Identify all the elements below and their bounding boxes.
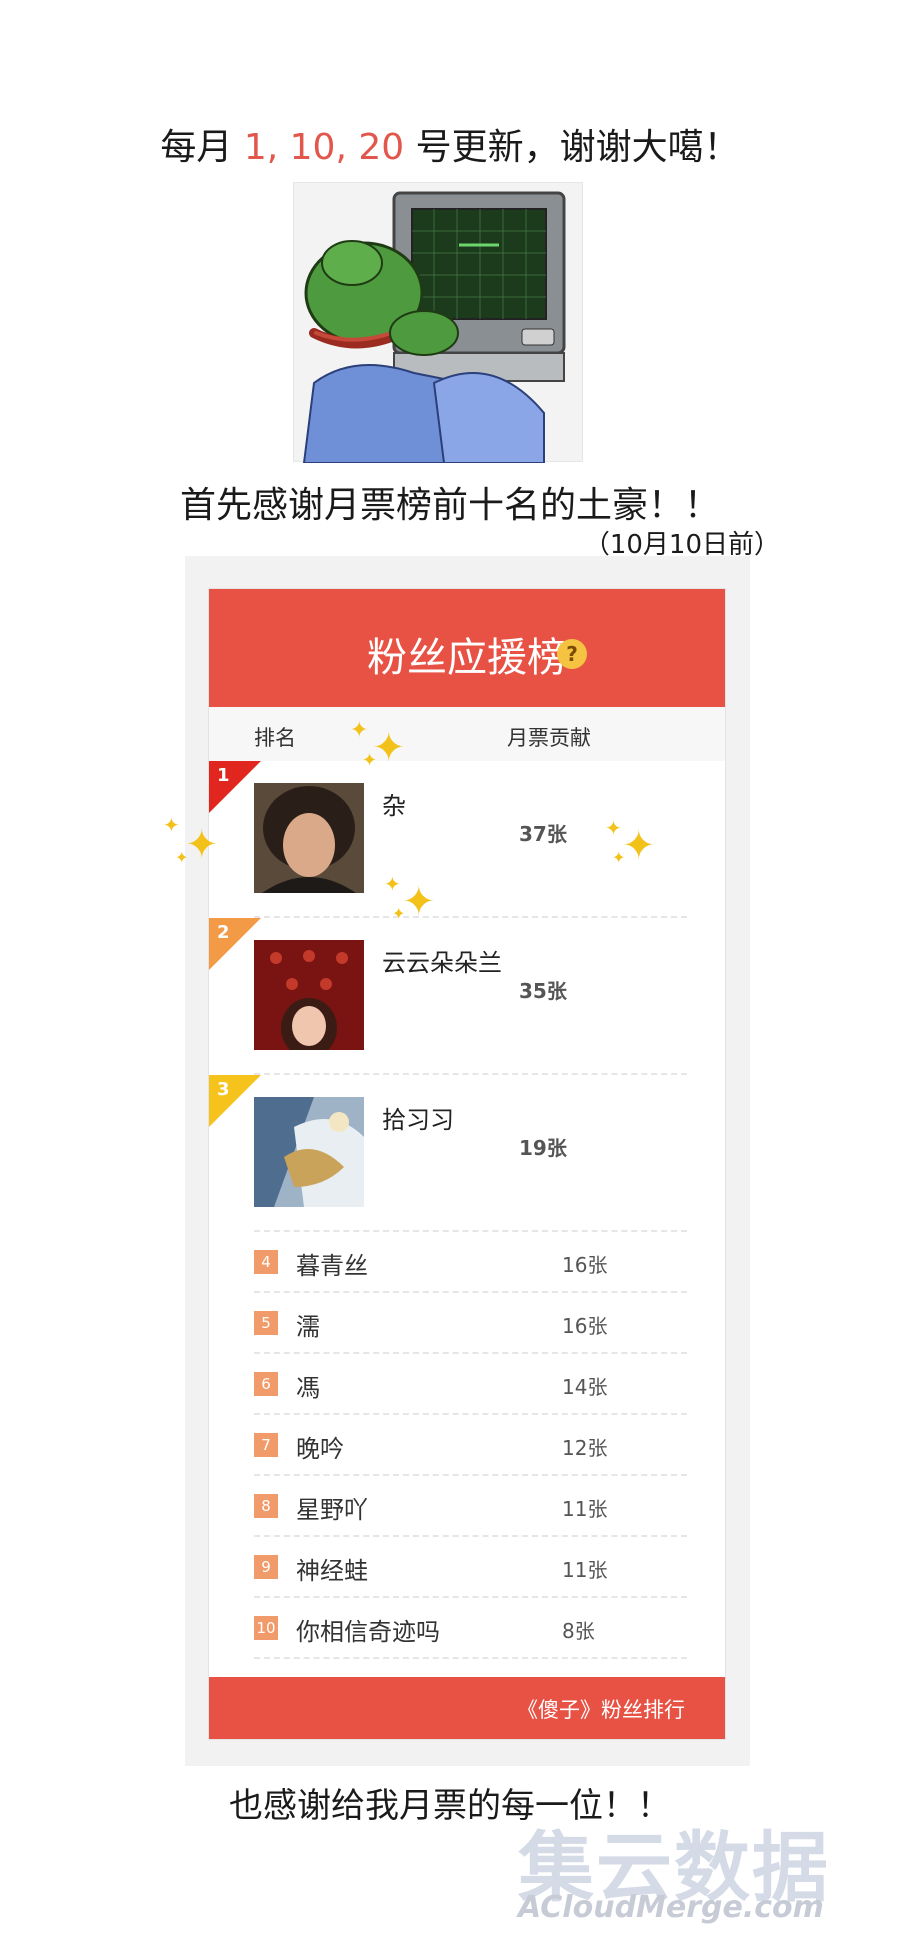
- fan-support-board: 粉丝应援榜 ? 排名 月票贡献 1 杂 37张 2 云云朵朵兰 35张 3 拾习…: [208, 588, 726, 1740]
- sparkle-icon: ✦: [392, 904, 406, 923]
- vote-count: 12张: [562, 1436, 608, 1460]
- vote-count: 16张: [562, 1314, 608, 1338]
- sparkle-icon: ✦: [350, 718, 369, 743]
- list-item[interactable]: 9 神经蛙 11张: [209, 1537, 725, 1598]
- vote-count: 11张: [562, 1558, 608, 1582]
- sparkle-icon: ✦: [612, 848, 626, 867]
- vote-count: 37张: [519, 822, 567, 846]
- sparkle-icon: ✦: [362, 750, 378, 771]
- fan-name: 暮青丝: [296, 1252, 368, 1280]
- votes-column-header: 月票贡献: [507, 726, 591, 750]
- sparkle-icon: ✦: [622, 823, 656, 869]
- vote-count: 8张: [562, 1619, 595, 1643]
- list-item[interactable]: 8 星野吖 11张: [209, 1476, 725, 1537]
- avatar: [254, 940, 364, 1058]
- divider: [254, 1657, 687, 1659]
- avatar: [254, 783, 364, 893]
- rank-badge: 5: [254, 1311, 278, 1335]
- thanks-top-heading: 首先感谢月票榜前十名的土豪！！: [179, 485, 720, 526]
- rank-badge: 4: [254, 1250, 278, 1274]
- top-entry-3[interactable]: 3 拾习习 19张: [209, 1075, 725, 1232]
- fan-name: 云云朵朵兰: [382, 949, 502, 977]
- list-item[interactable]: 5 濡 16张: [209, 1293, 725, 1354]
- help-icon[interactable]: ?: [557, 639, 587, 669]
- vote-count: 19张: [519, 1136, 567, 1160]
- rank-number: 3: [217, 1079, 230, 1100]
- vote-count: 16张: [562, 1253, 608, 1277]
- board-title: 粉丝应援榜: [367, 635, 567, 681]
- avatar: [254, 1097, 364, 1207]
- vote-count: 35张: [519, 979, 567, 1003]
- fan-name: 星野吖: [296, 1496, 368, 1524]
- vote-count: 11张: [562, 1497, 608, 1521]
- sparkle-icon: ✦: [185, 822, 219, 868]
- vote-count: 14张: [562, 1375, 608, 1399]
- update-prefix: 每月: [160, 127, 244, 168]
- top-entry-2[interactable]: 2 云云朵朵兰 35张: [209, 918, 725, 1075]
- fan-name: 神经蛙: [296, 1557, 368, 1585]
- sparkle-icon: ✦: [175, 848, 189, 867]
- rank-badge: 9: [254, 1555, 278, 1579]
- watermark-url: ACloudMerge.com: [518, 1890, 824, 1925]
- update-schedule: 每月 1, 10, 20 号更新，谢谢大噶！: [0, 118, 900, 170]
- update-dates: 1, 10, 20: [243, 127, 405, 168]
- rank-column-header: 排名: [254, 726, 296, 750]
- sparkle-icon: ✦: [402, 879, 436, 925]
- fan-name: 馮: [296, 1374, 320, 1402]
- list-item[interactable]: 6 馮 14张: [209, 1354, 725, 1415]
- fan-name: 晚吟: [296, 1435, 344, 1463]
- rank-badge: 7: [254, 1433, 278, 1457]
- column-headers: 排名 月票贡献: [209, 707, 725, 761]
- fan-name: 拾习习: [382, 1106, 454, 1134]
- list-item[interactable]: 7 晚吟 12张: [209, 1415, 725, 1476]
- fan-name: 杂: [382, 792, 406, 820]
- ranking-link[interactable]: 《傻子》粉丝排行: [517, 1694, 685, 1724]
- rank-badge: 10: [254, 1616, 278, 1640]
- list-item[interactable]: 10 你相信奇迹吗 8张: [209, 1598, 725, 1659]
- sparkle-icon: ✦: [605, 816, 622, 840]
- sparkle-icon: ✦: [384, 872, 401, 896]
- update-suffix: 号更新，谢谢大噶！: [404, 127, 740, 168]
- rank-number: 2: [217, 922, 230, 943]
- rank-number: 1: [217, 765, 230, 786]
- sparkle-icon: ✦: [163, 813, 180, 837]
- fan-name: 濡: [296, 1313, 320, 1341]
- rank-badge: 8: [254, 1494, 278, 1518]
- list-item[interactable]: 4 暮青丝 16张: [209, 1232, 725, 1293]
- rank-badge: 6: [254, 1372, 278, 1396]
- board-footer: 《傻子》粉丝排行: [209, 1677, 725, 1739]
- board-header: 粉丝应援榜 ?: [209, 589, 725, 707]
- fan-name: 你相信奇迹吗: [296, 1618, 440, 1646]
- pepe-meme-image: [293, 182, 583, 464]
